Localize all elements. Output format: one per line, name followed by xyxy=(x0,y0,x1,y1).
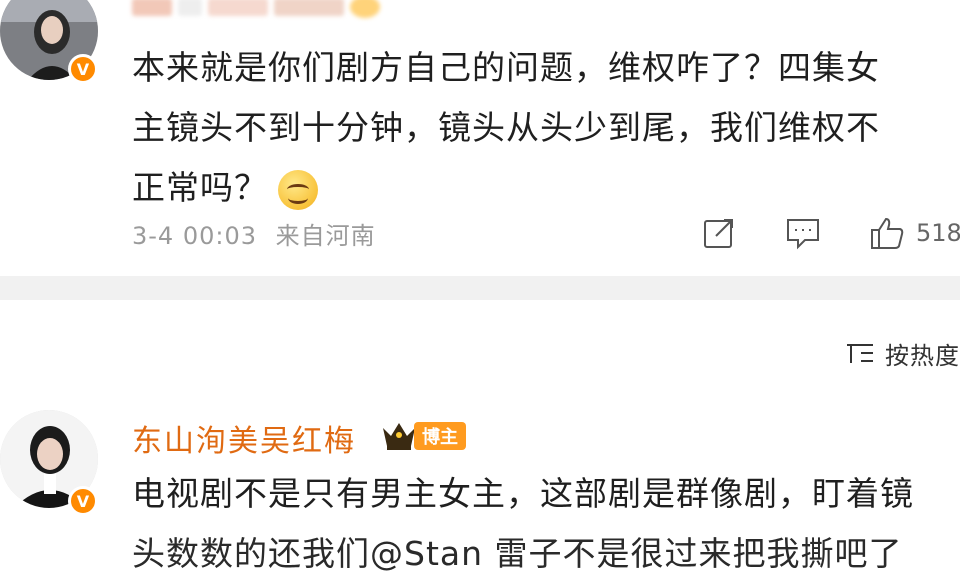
comment-text: 本来就是你们剧方自己的问题，维权咋了？四集女 主镜头不到十分钟，镜头从头少到尾，… xyxy=(132,38,932,218)
comment-text: 电视剧不是只有男主女主，这部剧是群像剧，盯着镜 头数数的还我们@Stan 雷子不… xyxy=(132,464,960,584)
blogger-badge: 博主 xyxy=(414,422,466,450)
sort-label: 按热度 xyxy=(885,342,960,370)
verified-v-icon: V xyxy=(68,54,98,84)
verified-v-icon: V xyxy=(68,486,98,516)
comment-location: 来自河南 xyxy=(275,222,376,250)
share-icon[interactable] xyxy=(700,214,738,252)
comment-line-1: 电视剧不是只有男主女主，这部剧是群像剧，盯着镜 xyxy=(132,474,914,513)
section-divider xyxy=(0,276,960,300)
comment-line-2: 主镜头不到十分钟，镜头从头少到尾，我们维权不 xyxy=(132,108,880,147)
comment-actions: 518 xyxy=(700,214,960,252)
sort-icon xyxy=(847,343,873,363)
comment-line-1: 本来就是你们剧方自己的问题，维权咋了？四集女 xyxy=(132,48,880,87)
smile-emoji-icon xyxy=(278,169,318,210)
like-icon[interactable] xyxy=(868,214,906,252)
comment-meta: 3-4 00:03 来自河南 xyxy=(132,216,376,251)
sort-toggle[interactable]: 按热度 xyxy=(845,336,960,371)
comment-icon[interactable] xyxy=(784,214,822,252)
like-count: 518 xyxy=(916,219,960,247)
crown-icon xyxy=(383,423,415,450)
username[interactable]: 东山洵美吴红梅 xyxy=(132,416,356,460)
username-masked[interactable] xyxy=(132,0,382,20)
comment-time: 3-4 00:03 xyxy=(132,222,257,250)
comment-line-3: 正常吗？ xyxy=(132,168,268,207)
